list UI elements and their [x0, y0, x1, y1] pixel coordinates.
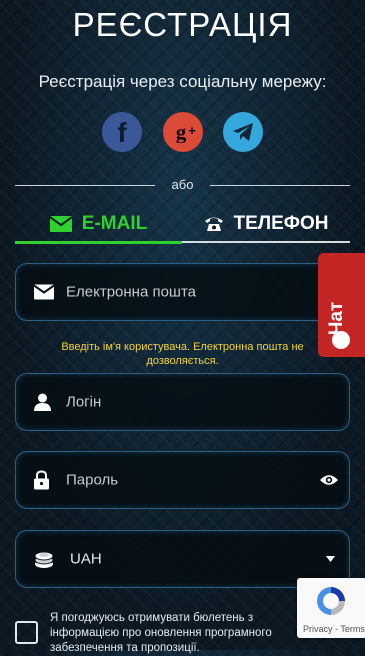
page-title: РЕЄСТРАЦІЯ	[72, 6, 293, 43]
password-field[interactable]: Пароль	[15, 451, 350, 509]
email-placeholder: Електронна пошта	[66, 283, 197, 301]
tab-email-label: E-MAIL	[81, 213, 148, 234]
phone-icon	[204, 217, 223, 231]
divider-right	[210, 185, 350, 186]
currency-value: UAH	[70, 550, 102, 568]
social-subtitle: Реєстрація через соціальну мережу:	[38, 72, 327, 91]
chevron-down-icon	[326, 556, 335, 562]
telegram-icon	[233, 123, 253, 141]
newsletter-label: Я погоджуюсь отримувати бюлетень з інфор…	[50, 612, 272, 654]
login-placeholder: Логін	[66, 393, 102, 411]
facebook-icon: f	[117, 119, 127, 145]
telegram-button[interactable]	[223, 112, 263, 152]
svg-text:g: g	[176, 121, 187, 143]
show-password-eye-icon[interactable]	[319, 474, 339, 487]
recaptcha-badge[interactable]: Privacy - Terms	[297, 578, 365, 638]
chat-button[interactable]: Чат	[318, 253, 365, 357]
recaptcha-links[interactable]: Privacy - Terms	[303, 624, 365, 634]
facebook-button[interactable]: f	[102, 112, 142, 152]
login-field[interactable]: Логін	[15, 373, 350, 431]
chat-label: Чат	[326, 301, 347, 335]
google-plus-button[interactable]: g +	[163, 112, 203, 152]
user-icon	[34, 393, 51, 411]
tab-email[interactable]: E-MAIL	[15, 207, 182, 244]
svg-text:+: +	[188, 123, 196, 138]
coins-icon	[34, 551, 54, 568]
recaptcha-icon	[317, 587, 345, 615]
svg-text:f: f	[117, 119, 127, 145]
tab-phone-label: ТЕЛЕФОН	[233, 213, 329, 234]
or-label: або	[171, 177, 194, 192]
newsletter-checkbox[interactable]	[15, 621, 38, 644]
envelope-icon	[34, 284, 54, 300]
envelope-icon	[49, 216, 72, 232]
tab-phone[interactable]: ТЕЛЕФОН	[182, 207, 350, 243]
google-plus-icon: g +	[176, 121, 196, 143]
email-error-message: Введіть ім'я користувача. Електронна пош…	[61, 341, 304, 367]
lock-icon	[34, 470, 49, 490]
divider-left	[15, 185, 155, 186]
email-field[interactable]: Електронна пошта	[15, 263, 350, 321]
chat-bubble-icon	[332, 331, 350, 349]
password-placeholder: Пароль	[66, 471, 119, 489]
